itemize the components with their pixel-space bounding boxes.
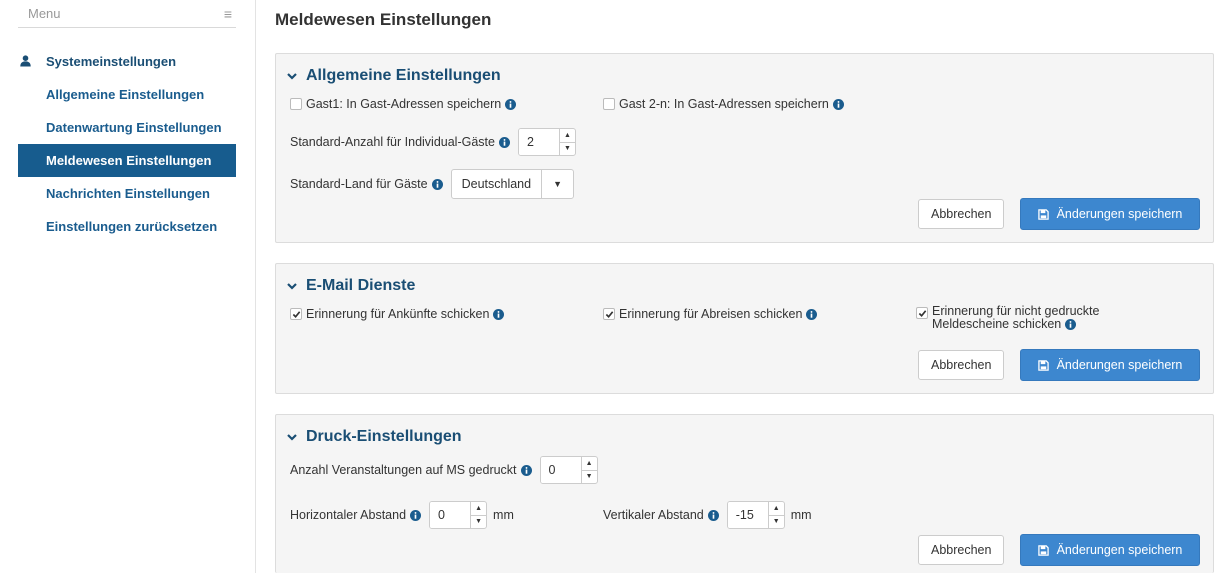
arrivals-label: Erinnerung für Ankünfte schicken — [306, 307, 490, 321]
info-icon — [520, 464, 532, 476]
info-icon — [707, 509, 719, 521]
info-icon — [806, 308, 818, 320]
gast2-option: Gast 2-n: In Gast-Adressen speichern — [603, 97, 844, 111]
decrement-icon[interactable]: ▼ — [581, 469, 597, 484]
departures-checkbox[interactable] — [603, 308, 615, 320]
hamburger-icon[interactable]: ≡ — [224, 6, 232, 22]
sidebar-item-nachrichten-einstellungen[interactable]: Nachrichten Einstellungen — [18, 177, 236, 210]
nav-section-title: Systemeinstellungen — [46, 53, 177, 69]
panel-general-title-text: Allgemeine Einstellungen — [306, 67, 501, 84]
panel-email-title-text: E-Mail Dienste — [306, 277, 416, 294]
unprinted-label-line2-wrap: Meldescheine schicken — [932, 318, 1099, 331]
panel-general-title[interactable]: Allgemeine Einstellungen — [286, 67, 501, 85]
info-icon — [431, 178, 443, 190]
arrivals-option: Erinnerung für Ankünfte schicken — [290, 307, 505, 321]
gast1-option: Gast1: In Gast-Adressen speichern — [290, 97, 517, 111]
events-label: Anzahl Veranstaltungen auf MS gedruckt — [290, 463, 517, 477]
menu-header: Menu ≡ — [18, 0, 236, 28]
nav-group-system-settings: Systemeinstellungen Allgemeine Einstellu… — [18, 50, 236, 243]
chevron-down-icon — [287, 283, 297, 290]
decrement-icon[interactable]: ▼ — [768, 514, 784, 529]
vertical-unit: mm — [790, 508, 812, 522]
cancel-button[interactable]: Abbrechen — [918, 199, 1005, 229]
vertical-spacing-row: Vertikaler Abstand ▲ ▼ mm — [603, 501, 812, 529]
country-label: Standard-Land für Gäste — [290, 177, 428, 191]
checkmark-icon — [292, 310, 300, 318]
increment-icon[interactable]: ▲ — [560, 129, 575, 142]
info-icon — [493, 308, 505, 320]
sidebar-item-allgemeine-einstellungen[interactable]: Allgemeine Einstellungen — [18, 78, 236, 111]
vertical-spacing-input[interactable] — [727, 502, 768, 528]
user-icon — [18, 55, 32, 67]
decrement-icon[interactable]: ▼ — [471, 514, 487, 529]
departures-label: Erinnerung für Abreisen schicken — [619, 307, 803, 321]
events-row: Anzahl Veranstaltungen auf MS gedruckt ▲… — [290, 456, 598, 484]
save-button-label: Änderungen speichern — [1056, 358, 1183, 372]
floppy-disk-icon — [1037, 544, 1049, 556]
vertical-spacing-label: Vertikaler Abstand — [603, 508, 704, 522]
sidebar-item-einstellungen-zuruecksetzen[interactable]: Einstellungen zurücksetzen — [18, 210, 236, 243]
save-button[interactable]: Änderungen speichern — [1020, 349, 1200, 381]
increment-icon[interactable]: ▲ — [769, 502, 784, 515]
departures-option: Erinnerung für Abreisen schicken — [603, 307, 818, 321]
horizontal-spacing-stepper: ▲ ▼ — [429, 501, 488, 529]
cancel-button[interactable]: Abbrechen — [918, 535, 1005, 565]
panel-general-settings: Allgemeine Einstellungen Gast1: In Gast-… — [275, 53, 1214, 243]
individual-guests-row: Standard-Anzahl für Individual-Gäste ▲ ▼ — [290, 128, 576, 156]
vertical-spacing-stepper: ▲ ▼ — [726, 501, 785, 529]
decrement-icon[interactable]: ▼ — [559, 141, 575, 156]
panel-print-title[interactable]: Druck-Einstellungen — [286, 428, 462, 446]
menu-label: Menu — [28, 6, 61, 21]
panel-print-title-text: Druck-Einstellungen — [306, 428, 462, 445]
panel-email-title[interactable]: E-Mail Dienste — [286, 277, 415, 295]
save-button-label: Änderungen speichern — [1056, 207, 1183, 221]
country-row: Standard-Land für Gäste Deutschland ▼ — [290, 169, 575, 199]
increment-icon[interactable]: ▲ — [471, 502, 486, 515]
sidebar-item-meldewesen-einstellungen[interactable]: Meldewesen Einstellungen — [18, 144, 236, 177]
events-input[interactable] — [540, 457, 581, 483]
sidebar: Menu ≡ Systemeinstellungen Allgemeine Ei… — [0, 0, 256, 573]
panel-email-services: E-Mail Dienste Erinnerung für Ankünfte s… — [275, 263, 1214, 394]
gast2-label: Gast 2-n: In Gast-Adressen speichern — [619, 97, 829, 111]
events-stepper: ▲ ▼ — [539, 456, 598, 484]
gast1-checkbox[interactable] — [290, 98, 302, 110]
chevron-down-icon — [287, 73, 297, 80]
horizontal-spacing-row: Horizontaler Abstand ▲ ▼ mm — [290, 501, 514, 529]
info-icon — [832, 98, 844, 110]
horizontal-unit: mm — [493, 508, 514, 522]
gast2-checkbox[interactable] — [603, 98, 615, 110]
checkmark-icon — [918, 309, 926, 317]
info-icon — [505, 98, 517, 110]
caret-down-icon: ▼ — [541, 170, 573, 198]
unprinted-label-block: Erinnerung für nicht gedruckte Meldesche… — [932, 305, 1099, 331]
horizontal-spacing-label: Horizontaler Abstand — [290, 508, 407, 522]
individual-guests-input[interactable] — [518, 129, 559, 155]
horizontal-spacing-input[interactable] — [430, 502, 471, 528]
save-button[interactable]: Änderungen speichern — [1020, 534, 1200, 566]
arrivals-checkbox[interactable] — [290, 308, 302, 320]
gast1-label: Gast1: In Gast-Adressen speichern — [306, 97, 502, 111]
individual-guests-label: Standard-Anzahl für Individual-Gäste — [290, 135, 495, 149]
chevron-down-icon — [287, 434, 297, 441]
info-icon — [410, 509, 422, 521]
checkmark-icon — [605, 310, 613, 318]
increment-icon[interactable]: ▲ — [582, 457, 597, 470]
individual-guests-stepper: ▲ ▼ — [517, 128, 576, 156]
page-title: Meldewesen Einstellungen — [275, 10, 492, 29]
sidebar-item-datenwartung-einstellungen[interactable]: Datenwartung Einstellungen — [18, 111, 236, 144]
unprinted-option: Erinnerung für nicht gedruckte Meldesche… — [916, 305, 1099, 331]
save-button[interactable]: Änderungen speichern — [1020, 198, 1200, 230]
nav-section-header[interactable]: Systemeinstellungen — [18, 50, 236, 72]
floppy-disk-icon — [1037, 208, 1049, 220]
info-icon — [1065, 319, 1077, 330]
info-icon — [498, 136, 510, 148]
unprinted-label-line2: Meldescheine schicken — [932, 317, 1062, 331]
cancel-button[interactable]: Abbrechen — [918, 350, 1005, 380]
country-select-value: Deutschland — [461, 177, 532, 191]
unprinted-checkbox[interactable] — [916, 307, 928, 319]
floppy-disk-icon — [1037, 359, 1049, 371]
country-select[interactable]: Deutschland ▼ — [450, 169, 575, 199]
panel-print-settings: Druck-Einstellungen Anzahl Veranstaltung… — [275, 414, 1214, 573]
save-button-label: Änderungen speichern — [1056, 543, 1183, 557]
